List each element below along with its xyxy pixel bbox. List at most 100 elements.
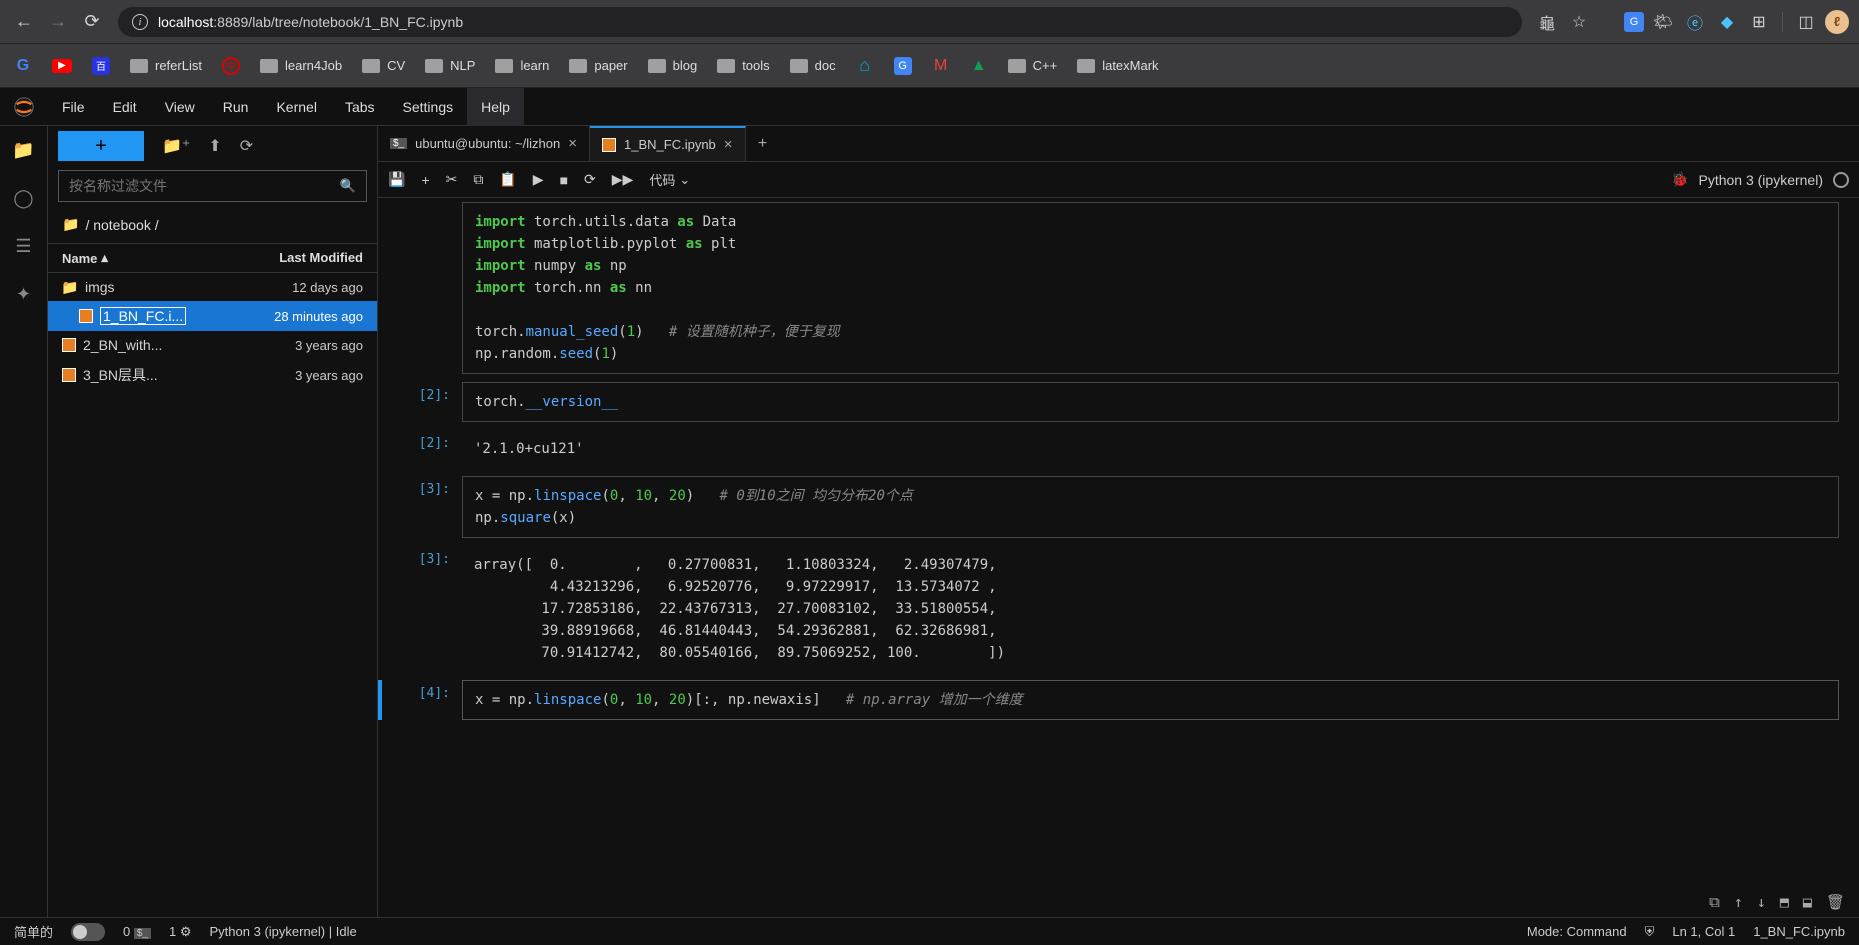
code-cell[interactable]: x = np.linspace(0, 10, 20) # 0到10之间 均匀分布… (462, 476, 1839, 538)
breadcrumb[interactable]: 📁/ notebook / (48, 206, 377, 243)
new-folder-icon[interactable]: 📁⁺ (162, 136, 190, 156)
stop-icon[interactable]: ■ (560, 172, 568, 188)
close-icon[interactable]: × (568, 135, 577, 152)
col-modified[interactable]: Last Modified (233, 250, 363, 266)
bm-cpp[interactable]: C++ (1008, 58, 1058, 73)
address-bar[interactable]: i localhost:8889/lab/tree/notebook/1_BN_… (118, 7, 1522, 37)
bookmark-star-icon[interactable]: ☆ (1566, 9, 1592, 35)
file-row-3bn[interactable]: 3_BN层具... 3 years ago (48, 359, 377, 391)
upload-icon[interactable]: ⬆ (208, 136, 221, 156)
bm-learn4job[interactable]: learn4Job (260, 58, 342, 73)
menu-run[interactable]: Run (209, 88, 263, 126)
bm-baidu[interactable]: 百 (92, 57, 110, 75)
translate-icon[interactable]: ⻱ (1534, 9, 1560, 35)
celltype-select[interactable]: 代码 ⌄ (649, 170, 690, 189)
add-cell-icon[interactable]: + (421, 172, 429, 188)
delete-cell-icon[interactable]: 🗑 (1826, 893, 1845, 911)
close-icon[interactable]: × (724, 136, 733, 153)
kernel-name[interactable]: Python 3 (ipykernel) (1698, 172, 1823, 188)
bm-12306[interactable]: 中 (222, 57, 240, 75)
ext-weather-icon[interactable]: 🌤 (1650, 9, 1676, 35)
profile-avatar[interactable]: ℓ (1825, 10, 1849, 34)
bm-bilibili[interactable]: ⌂ (856, 57, 874, 75)
jupyter-logo[interactable] (0, 88, 48, 126)
notebook-content[interactable]: import torch.utils.data as Data import m… (378, 198, 1859, 917)
run-all-icon[interactable]: ▶▶ (612, 171, 634, 188)
ext-translate-icon[interactable]: G (1624, 12, 1644, 32)
bm-doc[interactable]: doc (790, 58, 836, 73)
run-icon[interactable]: ▶ (533, 171, 544, 188)
status-mode: Mode: Command (1527, 924, 1627, 939)
forward-button[interactable]: → (44, 8, 72, 36)
menu-help[interactable]: Help (467, 88, 524, 126)
add-tab-button[interactable]: + (746, 126, 780, 161)
menu-kernel[interactable]: Kernel (262, 88, 330, 126)
folder-icon[interactable]: 📁 (12, 138, 36, 162)
folder-icon (130, 59, 148, 73)
reload-button[interactable]: ⟳ (78, 8, 106, 36)
bm-blog[interactable]: blog (648, 58, 698, 73)
file-row-imgs[interactable]: 📁imgs 12 days ago (48, 273, 377, 301)
restart-icon[interactable]: ⟳ (584, 171, 596, 188)
bm-gdrive[interactable]: ▲ (970, 57, 988, 75)
back-button[interactable]: ← (10, 8, 38, 36)
move-up-icon[interactable]: ↑ (1734, 893, 1743, 911)
save-icon[interactable]: 💾 (388, 171, 405, 188)
search-icon: 🔍 (340, 178, 356, 194)
tab-notebook[interactable]: 1_BN_FC.ipynb × (590, 126, 746, 161)
sidepanel-icon[interactable]: ◫ (1793, 9, 1819, 35)
cut-icon[interactable]: ✂ (446, 171, 458, 188)
ext-gem-icon[interactable]: ◆ (1714, 9, 1740, 35)
file-row-2bn[interactable]: 2_BN_with... 3 years ago (48, 331, 377, 359)
bm-latexmark[interactable]: latexMark (1077, 58, 1158, 73)
file-row-1bn[interactable]: 1_BN_FC.i... 28 minutes ago (48, 301, 377, 331)
bm-paper[interactable]: paper (569, 58, 627, 73)
new-launcher-button[interactable]: + (58, 131, 144, 161)
kernel-status-icon[interactable] (1833, 172, 1849, 188)
bug-icon[interactable]: 🐞 (1671, 171, 1688, 188)
status-terminals[interactable]: 0 $_ (123, 924, 151, 939)
col-name[interactable]: Name (62, 251, 97, 266)
folder-icon (260, 59, 278, 73)
bm-tools[interactable]: tools (717, 58, 769, 73)
bm-gmail[interactable]: M (932, 57, 950, 75)
file-filter-input[interactable] (69, 178, 332, 194)
bm-nlp[interactable]: NLP (425, 58, 475, 73)
toc-icon[interactable]: ☰ (12, 234, 36, 258)
bm-google[interactable]: G (14, 57, 32, 75)
main-panel: $_ ubuntu@ubuntu: ~/lizhon × 1_BN_FC.ipy… (378, 126, 1859, 917)
insert-above-icon[interactable]: ⬒ (1780, 893, 1789, 911)
site-info-icon[interactable]: i (132, 14, 148, 30)
extension-icon[interactable]: ✦ (12, 282, 36, 306)
status-kernel[interactable]: Python 3 (ipykernel) | Idle (210, 924, 357, 939)
ext-ie-icon[interactable]: ⓔ (1682, 9, 1708, 35)
simple-toggle[interactable] (71, 923, 105, 941)
menu-tabs[interactable]: Tabs (331, 88, 389, 126)
paste-icon[interactable]: 📋 (499, 171, 516, 188)
bm-cv[interactable]: CV (362, 58, 405, 73)
menu-view[interactable]: View (151, 88, 209, 126)
running-icon[interactable]: ◯ (12, 186, 36, 210)
bm-learn[interactable]: learn (495, 58, 549, 73)
menu-settings[interactable]: Settings (389, 88, 468, 126)
extensions-icon[interactable]: ⊞ (1746, 9, 1772, 35)
duplicate-icon[interactable]: ⧉ (1709, 893, 1720, 911)
code-cell[interactable]: torch.__version__ (462, 382, 1839, 422)
insert-below-icon[interactable]: ⬓ (1803, 893, 1812, 911)
menu-file[interactable]: File (48, 88, 99, 126)
tab-terminal[interactable]: $_ ubuntu@ubuntu: ~/lizhon × (378, 126, 590, 161)
menu-edit[interactable]: Edit (99, 88, 151, 126)
code-cell[interactable]: x = np.linspace(0, 10, 20)[:, np.newaxis… (462, 680, 1839, 720)
trust-icon[interactable]: ⛨ (1645, 924, 1655, 940)
move-down-icon[interactable]: ↓ (1757, 893, 1766, 911)
bookmark-bar: G ▶ 百 referList 中 learn4Job CV NLP learn… (0, 44, 1859, 88)
bm-gtranslate[interactable]: G (894, 57, 912, 75)
bm-referlist[interactable]: referList (130, 58, 202, 73)
status-kernels[interactable]: 1 ⚙ (169, 924, 192, 940)
status-simple[interactable]: 简单的 (14, 922, 53, 941)
code-cell[interactable]: import torch.utils.data as Data import m… (462, 202, 1839, 374)
refresh-icon[interactable]: ⟳ (240, 136, 253, 156)
copy-icon[interactable]: ⧉ (473, 171, 483, 188)
bm-youtube[interactable]: ▶ (52, 59, 72, 73)
file-filter[interactable]: 🔍 (58, 170, 367, 202)
